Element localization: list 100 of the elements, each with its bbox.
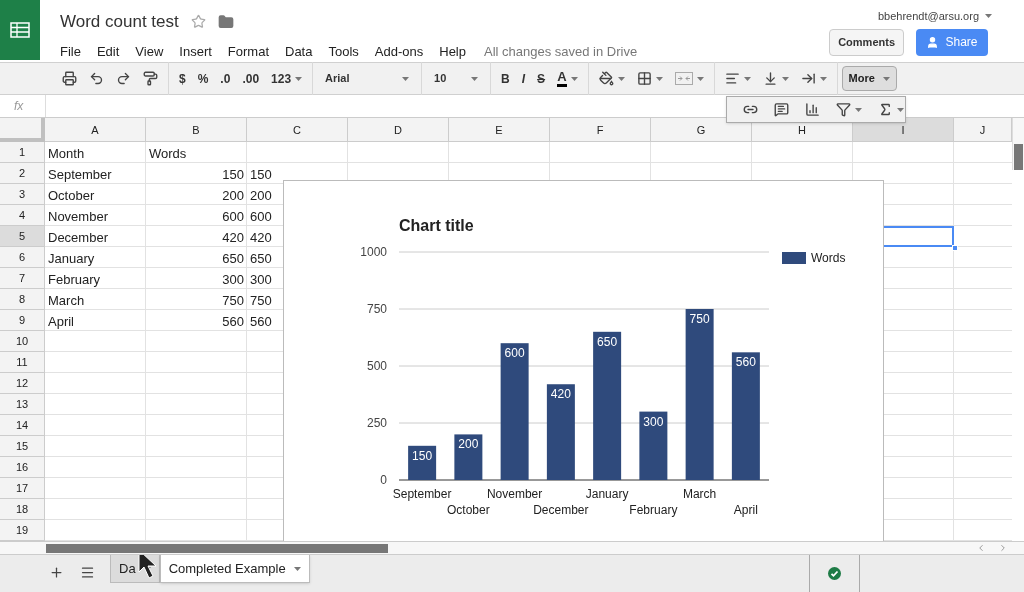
- axis-tick-label: 250: [366, 416, 387, 430]
- column-header[interactable]: J: [954, 118, 1012, 142]
- decrease-decimals-button[interactable]: .0: [214, 66, 237, 91]
- sheet-list-icon[interactable]: [80, 565, 95, 580]
- more-button[interactable]: More: [841, 66, 897, 91]
- row-header[interactable]: 11: [0, 352, 45, 373]
- menu-item[interactable]: Insert: [179, 41, 212, 61]
- currency-button[interactable]: $: [173, 66, 192, 91]
- table-cell-text: 560: [249, 313, 273, 331]
- column-header[interactable]: F: [550, 118, 651, 142]
- table-cell-text: November: [47, 208, 109, 226]
- dropdown-caret-icon: [617, 76, 625, 81]
- column-header[interactable]: B: [146, 118, 247, 142]
- row-header[interactable]: 19: [0, 520, 45, 541]
- category-label: December: [533, 503, 589, 517]
- dropdown-caret-icon: [293, 566, 301, 571]
- add-sheet-icon[interactable]: [49, 565, 64, 580]
- horizontal-scrollbar[interactable]: [0, 541, 1024, 555]
- bar-value-label: 560: [735, 355, 756, 370]
- account-email[interactable]: bbehrendt@arsu.org: [877, 8, 979, 25]
- table-cell-text: 150: [221, 166, 245, 184]
- row-header[interactable]: 6: [0, 247, 45, 268]
- row-header[interactable]: 4: [0, 205, 45, 226]
- menu-item[interactable]: Data: [285, 41, 313, 61]
- bar-value-label: 420: [550, 387, 571, 402]
- column-header[interactable]: C: [247, 118, 348, 142]
- font-size-dropdown[interactable]: 10: [426, 66, 487, 91]
- menu-item[interactable]: Tools: [328, 41, 359, 61]
- italic-button[interactable]: I: [515, 66, 532, 91]
- chart-bar: [408, 445, 437, 480]
- column-header[interactable]: E: [449, 118, 550, 142]
- table-cell-text: 560: [221, 313, 245, 331]
- table-cell-text: Month: [47, 145, 86, 163]
- dropdown-caret-icon: [855, 107, 862, 112]
- row-header[interactable]: 2: [0, 163, 45, 184]
- table-cell-text: 150: [249, 166, 273, 184]
- chart-title: Chart title: [399, 217, 474, 234]
- menu-item[interactable]: Edit: [96, 41, 120, 61]
- row-header[interactable]: 10: [0, 331, 45, 352]
- comments-button[interactable]: Comments: [829, 28, 904, 56]
- increase-decimals-button[interactable]: .00: [236, 66, 266, 91]
- table-cell-text: September: [47, 166, 113, 184]
- chart-icon: [805, 102, 820, 117]
- row-header[interactable]: 7: [0, 268, 45, 289]
- text-color-button[interactable]: A: [551, 66, 584, 91]
- vertical-scrollbar[interactable]: [1012, 118, 1024, 170]
- scrollbar-thumb[interactable]: [1014, 144, 1023, 170]
- dropdown-caret-icon: [882, 76, 890, 81]
- axis-tick-label: 0: [380, 473, 387, 487]
- row-header[interactable]: 8: [0, 289, 45, 310]
- table-cell-text: October: [47, 187, 96, 205]
- scrollbar-thumb[interactable]: [46, 543, 388, 553]
- row-header[interactable]: 17: [0, 478, 45, 499]
- category-label: February: [629, 503, 678, 517]
- row-header[interactable]: 3: [0, 184, 45, 205]
- corner-cell[interactable]: [0, 118, 45, 142]
- table-cell-text: 200: [249, 187, 273, 205]
- axis-tick-label: 500: [366, 359, 387, 373]
- star-icon[interactable]: [190, 14, 206, 30]
- fill-handle[interactable]: [952, 245, 958, 251]
- app-logo[interactable]: [0, 0, 40, 60]
- table-cell-text: 750: [249, 292, 273, 310]
- percent-button[interactable]: %: [191, 66, 215, 91]
- menu-item[interactable]: Format: [227, 41, 269, 61]
- dropdown-caret-icon: [570, 76, 578, 81]
- column-header[interactable]: D: [348, 118, 449, 142]
- folder-icon[interactable]: [217, 13, 234, 30]
- row-header[interactable]: 12: [0, 373, 45, 394]
- sigma-icon: [878, 102, 893, 117]
- menu-item[interactable]: Help: [439, 41, 466, 61]
- dropdown-caret-icon: [897, 107, 904, 112]
- row-header[interactable]: 15: [0, 436, 45, 457]
- category-label: October: [447, 503, 490, 517]
- bar-value-label: 650: [597, 334, 618, 349]
- strikethrough-button[interactable]: S: [531, 66, 552, 91]
- font-dropdown[interactable]: Arial: [317, 66, 418, 91]
- menu-item[interactable]: View: [135, 41, 164, 61]
- bold-button[interactable]: B: [495, 66, 516, 91]
- filter-icon: [836, 102, 851, 117]
- row-header[interactable]: 5: [0, 226, 45, 247]
- row-header[interactable]: 1: [0, 142, 45, 163]
- align-left-icon: [724, 71, 740, 86]
- menu-item[interactable]: File: [60, 41, 81, 61]
- row-header[interactable]: 18: [0, 499, 45, 520]
- column-header[interactable]: A: [45, 118, 146, 142]
- chart-bar: [454, 434, 483, 480]
- category-label: September: [392, 487, 452, 501]
- menu-item[interactable]: Add-ons: [374, 41, 424, 61]
- dropdown-caret-icon: [696, 76, 704, 81]
- row-header[interactable]: 9: [0, 310, 45, 331]
- row-header[interactable]: 16: [0, 457, 45, 478]
- row-header[interactable]: 13: [0, 394, 45, 415]
- column-header[interactable]: G: [651, 118, 752, 142]
- table-cell-text: 600: [249, 208, 273, 226]
- person-icon: [926, 35, 940, 49]
- dropdown-caret-icon: [655, 76, 663, 81]
- sheet-tab[interactable]: Completed Example: [159, 555, 310, 583]
- row-header[interactable]: 14: [0, 415, 45, 436]
- document-title[interactable]: Word count test: [60, 9, 179, 35]
- number-format-button[interactable]: 123: [265, 66, 309, 91]
